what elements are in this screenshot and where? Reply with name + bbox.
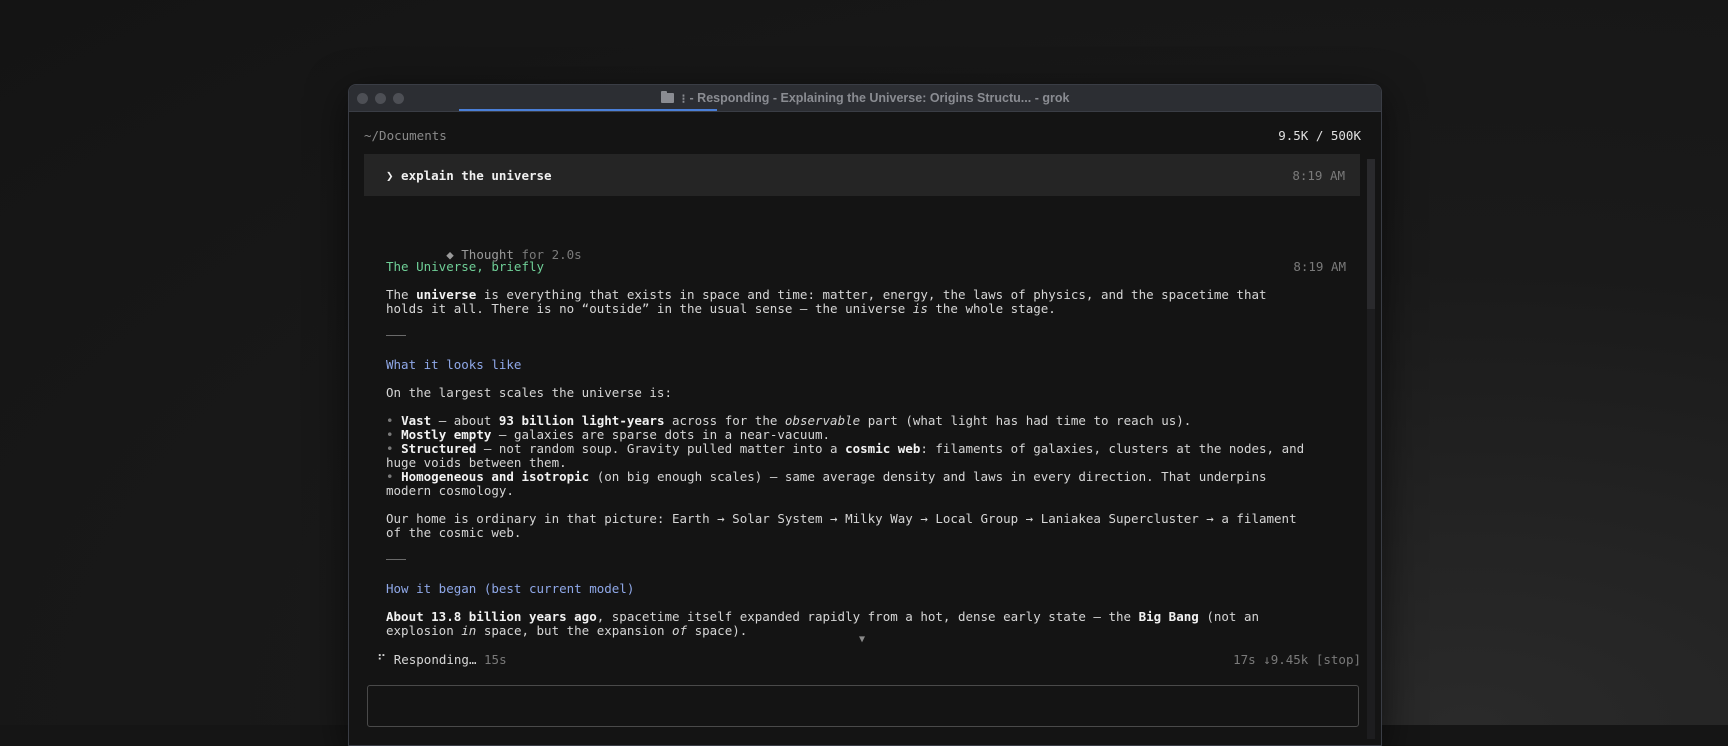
response-heading: The Universe, briefly <box>386 259 545 274</box>
title-bar: ⁝ - Responding - Explaining the Universe… <box>349 85 1381 112</box>
current-directory: ~/Documents <box>364 128 447 143</box>
stop-control[interactable]: 17s ↓9.45k [stop] <box>1233 652 1361 667</box>
title-dots: ⁝ <box>681 91 686 106</box>
status-line: ⠋ Responding… 15s <box>377 652 507 667</box>
divider <box>386 335 406 336</box>
section1-lead: On the largest scales the universe is: <box>386 385 672 400</box>
scroll-down-icon[interactable]: ▼ <box>859 634 865 645</box>
list-item-continuation: modern cosmology. <box>386 483 514 498</box>
window-title: - Responding - Explaining the Universe: … <box>689 91 1070 105</box>
home-line-1: Our home is ordinary in that picture: Ea… <box>386 511 1297 526</box>
section-heading-began: How it began (best current model) <box>386 581 635 596</box>
prompt-text: ❯ explain the universe <box>386 168 552 183</box>
terminal-content: ~/Documents 9.5K / 500K ❯ explain the un… <box>349 111 1381 745</box>
divider <box>386 559 406 560</box>
status-label: Responding… <box>393 652 477 667</box>
home-line-2: of the cosmic web. <box>386 525 522 540</box>
began-line-2: explosion in space, but the expansion of… <box>386 623 748 638</box>
intro-line-2: holds it all. There is no “outside” in t… <box>386 301 1056 316</box>
user-prompt: ❯ explain the universe 8:19 AM <box>364 154 1360 196</box>
window-title-wrap: ⁝ - Responding - Explaining the Universe… <box>349 85 1381 111</box>
prompt-timestamp: 8:19 AM <box>1292 168 1345 183</box>
folder-icon <box>660 91 674 103</box>
spinner-icon: ⠋ <box>377 652 387 667</box>
list-item: • Homogeneous and isotropic (on big enou… <box>386 469 1267 484</box>
scrollbar-thumb[interactable] <box>1367 159 1375 309</box>
desktop-background: ⁝ - Responding - Explaining the Universe… <box>0 0 1728 746</box>
terminal-window: ⁝ - Responding - Explaining the Universe… <box>348 84 1382 746</box>
token-usage: 9.5K / 500K <box>1278 128 1361 143</box>
response-timestamp: 8:19 AM <box>1293 259 1346 274</box>
status-elapsed: 15s <box>484 652 507 667</box>
message-input[interactable] <box>367 685 1359 727</box>
section-heading-looks: What it looks like <box>386 357 522 372</box>
